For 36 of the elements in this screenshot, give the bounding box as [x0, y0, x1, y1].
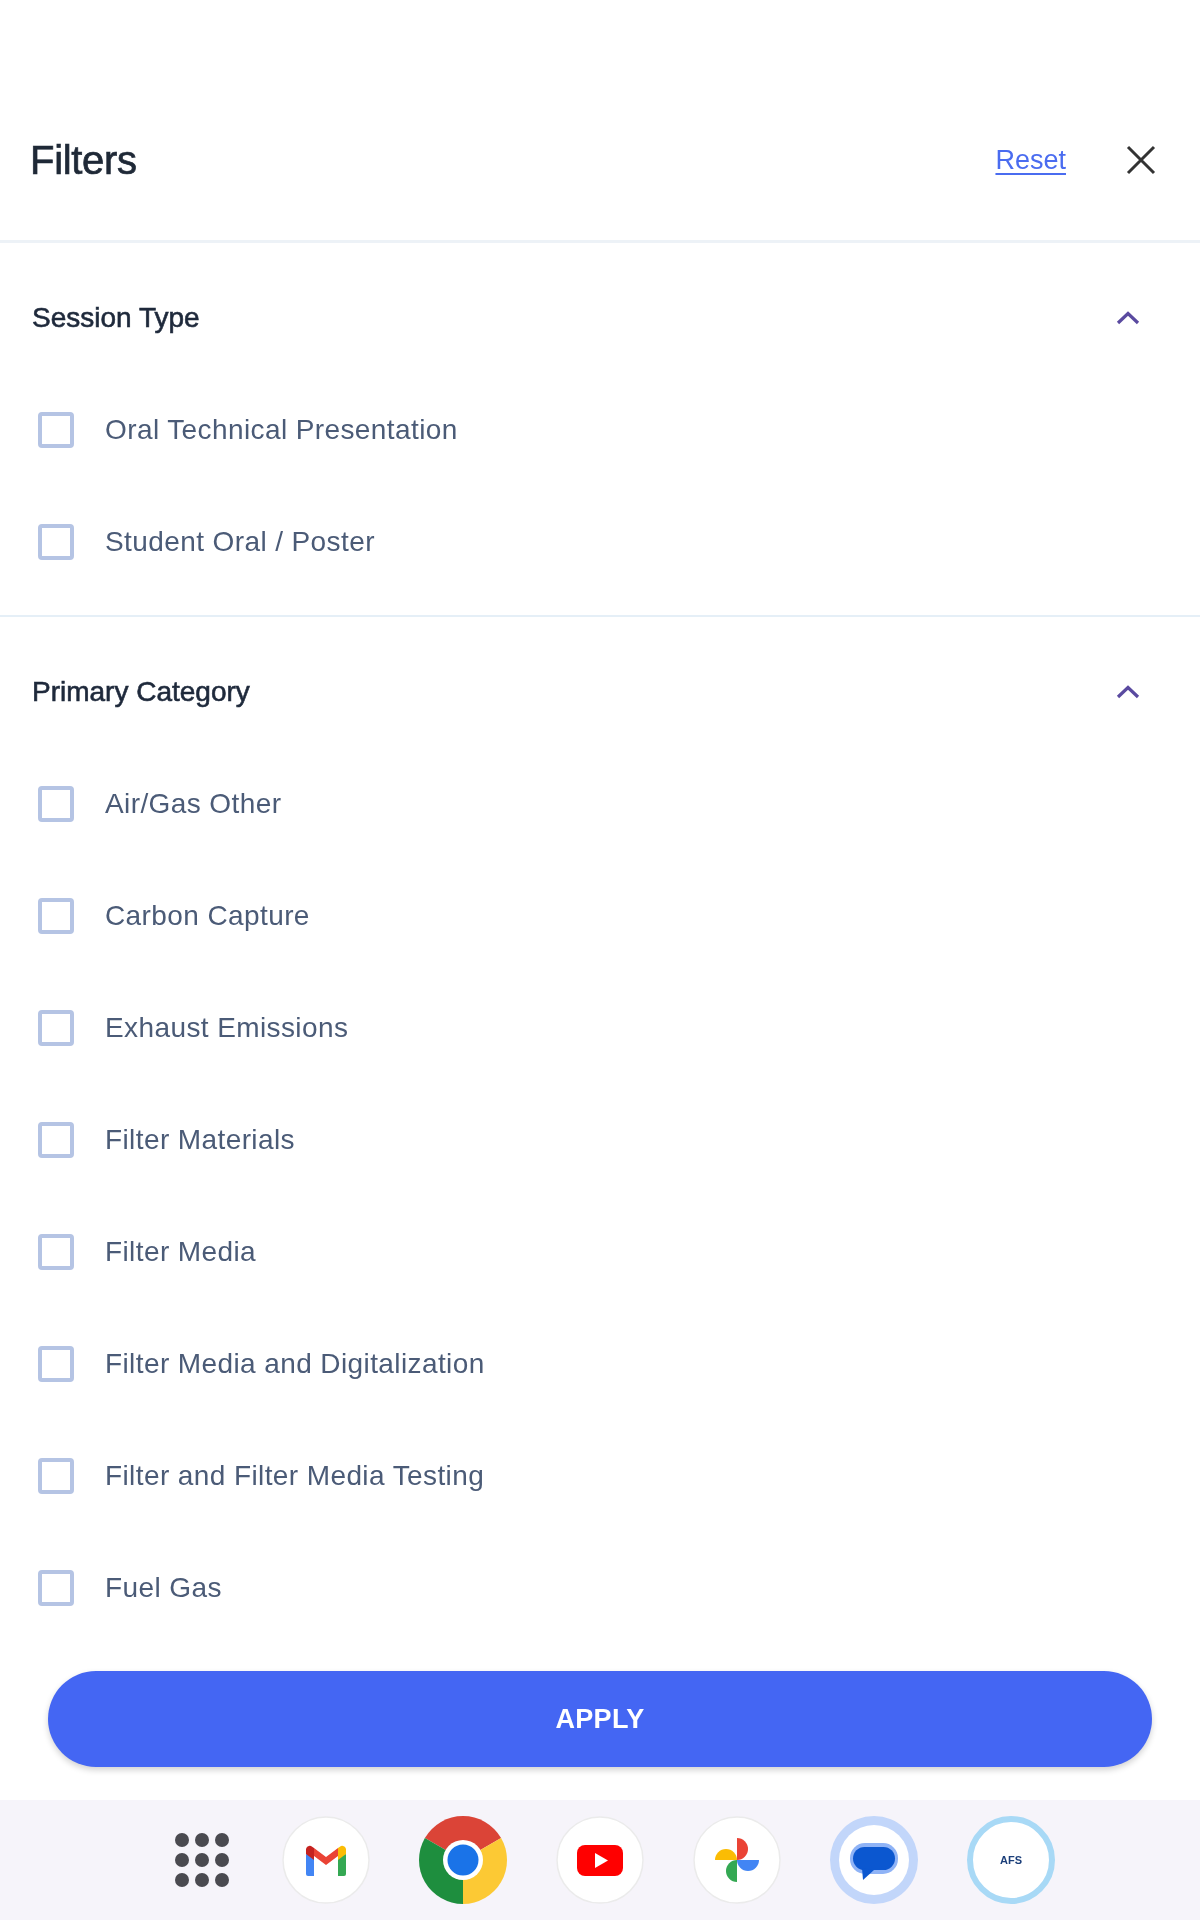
- option-label[interactable]: Air/Gas Other: [105, 788, 282, 820]
- checkbox[interactable]: [38, 1010, 74, 1046]
- close-icon[interactable]: [1126, 145, 1156, 175]
- chat-bubble-icon[interactable]: [830, 1816, 918, 1904]
- option-label[interactable]: Oral Technical Presentation: [105, 414, 458, 446]
- app-logo[interactable]: AFS: [967, 1816, 1055, 1904]
- browser-icon[interactable]: [419, 1816, 507, 1904]
- chevron-icon[interactable]: [1116, 685, 1140, 699]
- checkbox[interactable]: [38, 1234, 74, 1270]
- app-grid-icon[interactable]: [175, 1833, 229, 1887]
- reset-link[interactable]: Reset: [995, 144, 1066, 176]
- section-title: Session Type: [32, 302, 200, 334]
- checkbox[interactable]: [38, 1122, 74, 1158]
- option-label[interactable]: Filter Media: [105, 1236, 257, 1268]
- panel-title: Filters: [30, 137, 137, 183]
- option-label[interactable]: Carbon Capture: [105, 900, 310, 932]
- logo-text: AFS: [1000, 1854, 1022, 1866]
- option-label[interactable]: Fuel Gas: [105, 1572, 222, 1604]
- checkbox[interactable]: [38, 412, 74, 448]
- checkbox[interactable]: [38, 524, 74, 560]
- section-title: Primary Category: [32, 676, 250, 708]
- option-label[interactable]: Filter Materials: [105, 1124, 295, 1156]
- chevron-icon[interactable]: [1116, 311, 1140, 325]
- option-label[interactable]: Filter Media and Digitalization: [105, 1348, 485, 1380]
- checkbox[interactable]: [38, 898, 74, 934]
- pinwheel-icon[interactable]: [693, 1816, 781, 1904]
- checkbox[interactable]: [38, 786, 74, 822]
- option-label[interactable]: Filter and Filter Media Testing: [105, 1460, 485, 1492]
- play-icon[interactable]: [556, 1816, 644, 1904]
- apply-button[interactable]: APPLY: [48, 1671, 1152, 1767]
- option-label[interactable]: Exhaust Emissions: [105, 1012, 349, 1044]
- option-label[interactable]: Student Oral / Poster: [105, 526, 375, 558]
- mail-icon[interactable]: [282, 1816, 370, 1904]
- checkbox[interactable]: [38, 1346, 74, 1382]
- checkbox[interactable]: [38, 1570, 74, 1606]
- checkbox[interactable]: [38, 1458, 74, 1494]
